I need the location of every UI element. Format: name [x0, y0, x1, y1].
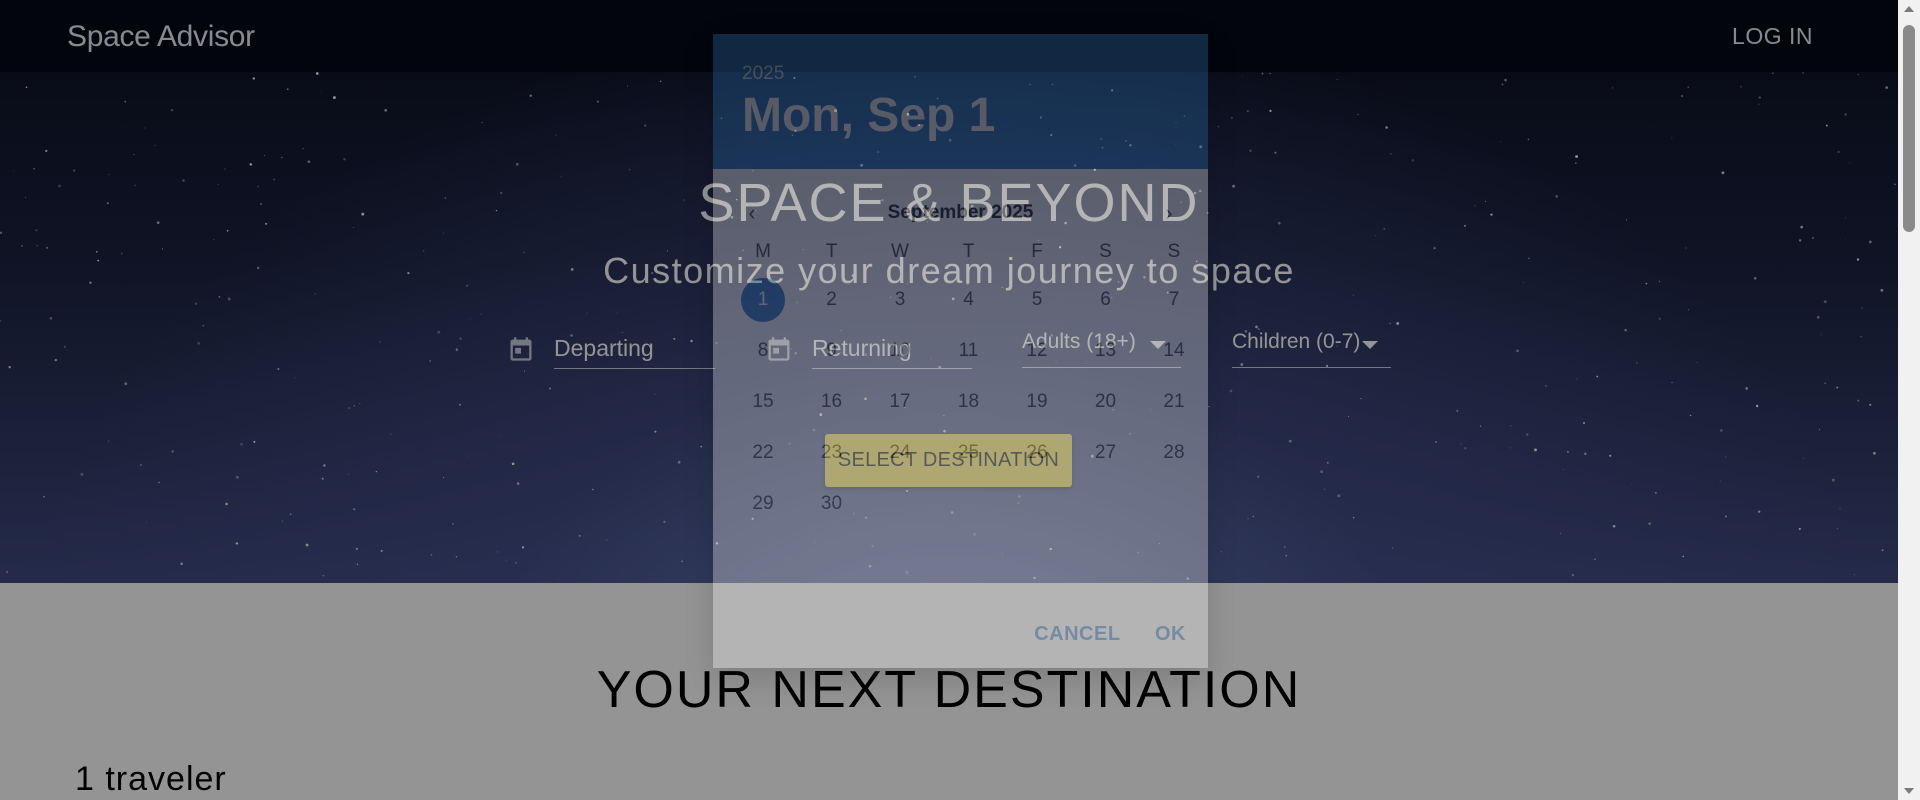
- calendar-day[interactable]: 7: [1144, 278, 1204, 322]
- calendar-day[interactable]: 8: [733, 329, 793, 373]
- calendar-day[interactable]: 23: [802, 431, 862, 475]
- selected-date-label: Mon, Sep 1: [742, 89, 996, 142]
- calendar-day[interactable]: 9: [802, 329, 862, 373]
- calendar-day[interactable]: 19: [1007, 380, 1067, 424]
- calendar-day[interactable]: 28: [1144, 431, 1204, 475]
- calendar-day[interactable]: 27: [1076, 431, 1136, 475]
- weekday-label: S: [1099, 241, 1112, 262]
- calendar-day[interactable]: 30: [802, 482, 862, 526]
- calendar-day[interactable]: 5: [1007, 278, 1067, 322]
- calendar-day[interactable]: 21: [1144, 380, 1204, 424]
- calendar-day[interactable]: 20: [1076, 380, 1136, 424]
- weekday-label: F: [1031, 241, 1043, 262]
- calendar-day[interactable]: 29: [733, 482, 793, 526]
- dialog-actions: CANCEL OK: [1004, 623, 1186, 646]
- chevron-right-icon[interactable]: ›: [1156, 200, 1182, 226]
- calendar-day[interactable]: 18: [939, 380, 999, 424]
- month-label: September 2025: [887, 202, 1034, 223]
- calendar-day[interactable]: 12: [1007, 329, 1067, 373]
- calendar-day[interactable]: 16: [802, 380, 862, 424]
- year-label[interactable]: 2025: [742, 63, 784, 85]
- ok-button[interactable]: OK: [1155, 623, 1186, 646]
- date-picker-dialog: 2025 Mon, Sep 1 ‹ September 2025 › MTWTF…: [713, 34, 1208, 668]
- calendar-day[interactable]: 6: [1076, 278, 1136, 322]
- weekday-label: T: [962, 241, 975, 262]
- scrollbar-thumb[interactable]: [1903, 25, 1915, 232]
- cancel-button[interactable]: CANCEL: [1034, 623, 1120, 646]
- weekday-label: S: [1167, 241, 1181, 262]
- scroll-up-arrow-icon[interactable]: [1904, 6, 1914, 12]
- calendar-day[interactable]: 22: [733, 431, 793, 475]
- weekday-label: T: [825, 241, 838, 262]
- calendar-day[interactable]: 1: [733, 278, 793, 322]
- weekday-label: M: [755, 241, 771, 262]
- calendar-day[interactable]: 25: [939, 431, 999, 475]
- calendar-day[interactable]: 15: [733, 380, 793, 424]
- page-scrollbar[interactable]: [1898, 0, 1920, 800]
- calendar-day[interactable]: 4: [939, 278, 999, 322]
- calendar-day[interactable]: 11: [939, 329, 999, 373]
- calendar-day[interactable]: 26: [1007, 431, 1067, 475]
- month-navigation: ‹ September 2025 ›: [713, 194, 1208, 234]
- calendar-day[interactable]: 2: [802, 278, 862, 322]
- scroll-down-arrow-icon[interactable]: [1904, 788, 1914, 794]
- date-picker-header: 2025 Mon, Sep 1: [713, 34, 1208, 169]
- calendar-day[interactable]: 10: [870, 329, 930, 373]
- weekday-label: W: [891, 241, 909, 262]
- calendar-day[interactable]: 24: [870, 431, 930, 475]
- calendar-day[interactable]: 3: [870, 278, 930, 322]
- calendar-day[interactable]: 13: [1076, 329, 1136, 373]
- calendar-day[interactable]: 17: [870, 380, 930, 424]
- calendar-day[interactable]: 14: [1144, 329, 1204, 373]
